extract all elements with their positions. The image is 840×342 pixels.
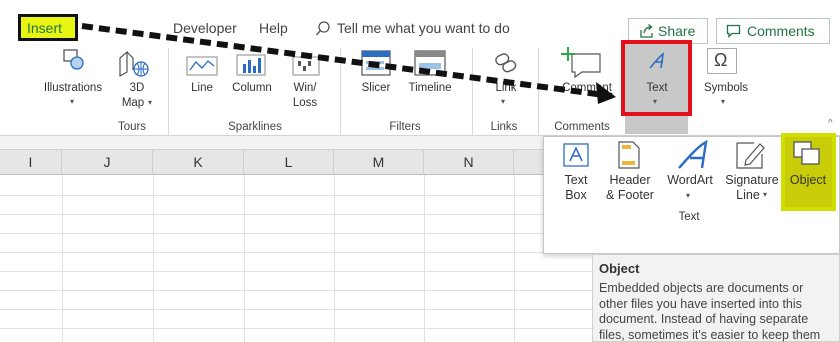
annotation-arrow	[81, 23, 616, 104]
